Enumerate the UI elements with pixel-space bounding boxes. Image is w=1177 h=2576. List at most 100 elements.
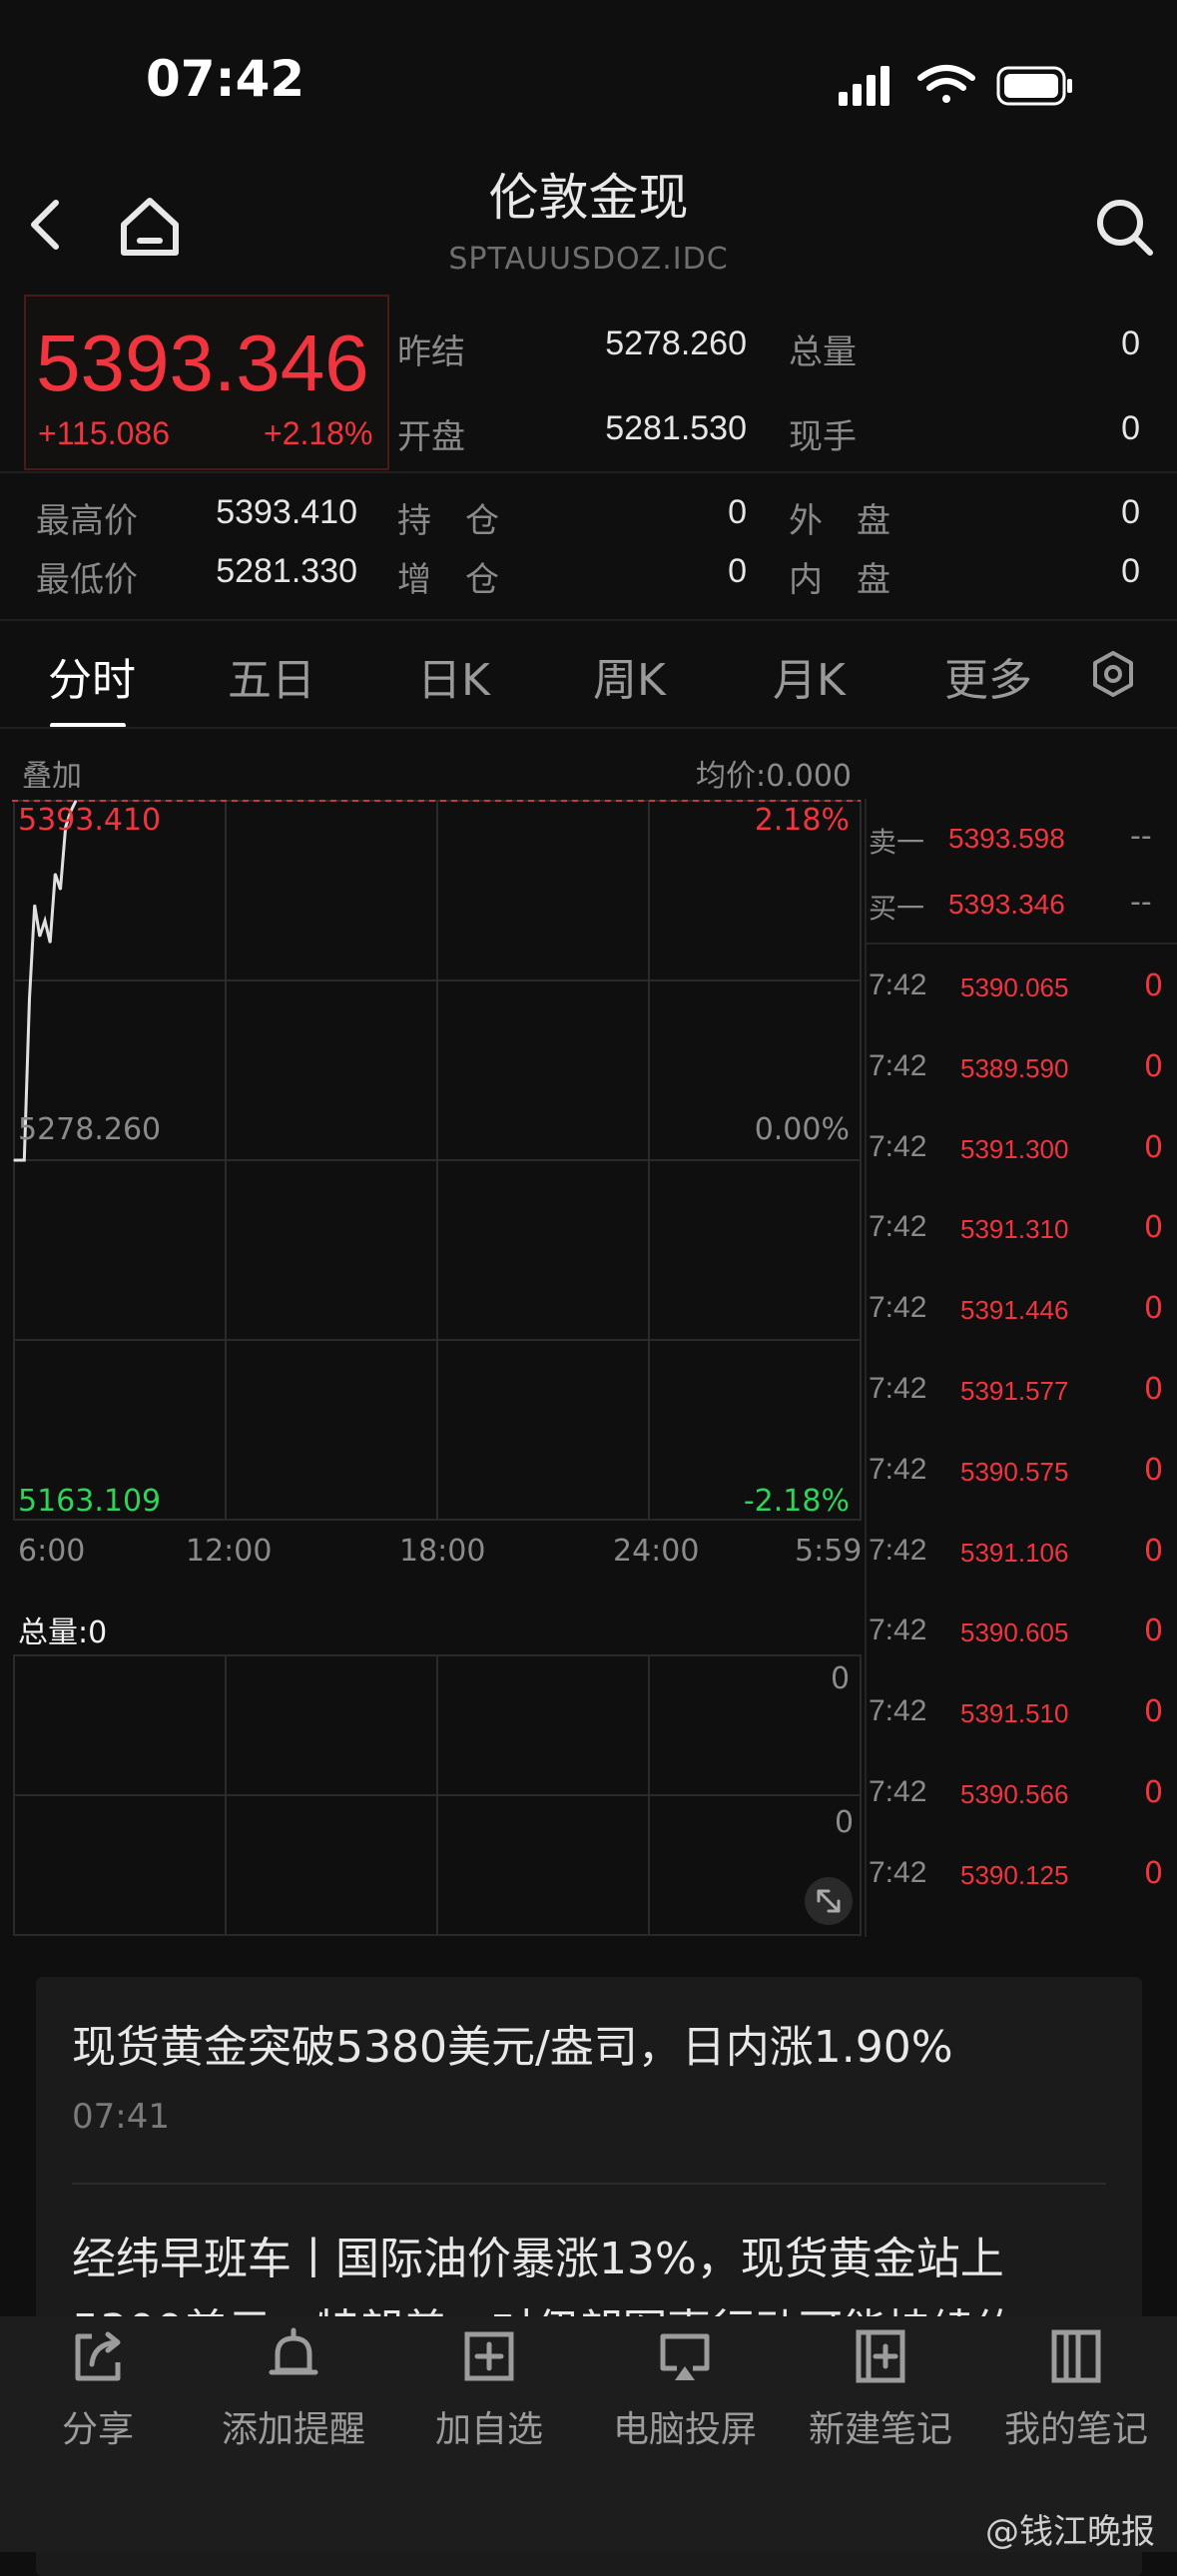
price-point: [49, 942, 51, 944]
tab-intraday[interactable]: 分时: [48, 644, 136, 708]
price-point: [54, 873, 57, 875]
tick-volume: 0: [1144, 1210, 1164, 1245]
tab-monthly-k[interactable]: 月K: [773, 644, 846, 708]
volume-label: 总量:0: [18, 1615, 108, 1650]
chart-bottom-pct: -2.18%: [743, 1484, 850, 1519]
tab-five-day[interactable]: 五日: [228, 644, 315, 708]
share-button[interactable]: 分享: [8, 2326, 188, 2452]
price-point: [23, 1159, 26, 1161]
news-title-1[interactable]: 现货黄金突破5380美元/盎司，日内涨1.90%: [72, 2011, 953, 2075]
current-hand-label: 现手: [789, 417, 857, 457]
tick-time: 7:42: [869, 1210, 927, 1243]
total-volume-value: 0: [1121, 324, 1140, 362]
my-notes-label: 我的笔记: [1003, 2409, 1148, 2450]
time-tick-1: 12:00: [186, 1534, 273, 1569]
time-tick-2: 18:00: [399, 1534, 486, 1569]
current-hand-value: 0: [1121, 409, 1140, 447]
my-notes-button[interactable]: 我的笔记: [986, 2326, 1166, 2452]
tick-price: 5391.510: [960, 1698, 1069, 1728]
tick-time: 7:42: [869, 1453, 927, 1486]
bell-icon: [269, 2327, 318, 2375]
prev-settle-label: 昨结: [397, 332, 465, 372]
price-point: [13, 1159, 15, 1161]
volume-tick-mid: 0: [835, 1805, 855, 1840]
tick-volume: 0: [1144, 1856, 1164, 1891]
tick-volume: 0: [1144, 1049, 1164, 1084]
page-title: 伦敦金现: [488, 169, 689, 227]
sell-one-price: 5393.598: [948, 823, 1065, 854]
share-label: 分享: [61, 2409, 134, 2450]
new-note-icon: [856, 2329, 905, 2383]
sell-one-volume: --: [1130, 819, 1152, 854]
price-grid: [13, 800, 862, 1521]
cast-screen-button[interactable]: 电脑投屏: [595, 2326, 775, 2452]
tick-time: 7:42: [869, 1534, 927, 1567]
buy-one-volume: --: [1130, 885, 1152, 920]
search-icon: [1097, 200, 1153, 256]
news-time-1: 07:41: [72, 2097, 170, 2137]
battery-icon: [996, 66, 1072, 106]
price-point: [59, 889, 62, 891]
tick-time: 7:42: [869, 968, 927, 1001]
price-point: [33, 904, 36, 907]
open-label: 开盘: [397, 417, 465, 457]
search-button[interactable]: [1092, 195, 1156, 263]
tick-price: 5390.575: [960, 1457, 1069, 1487]
add-alert-button[interactable]: 添加提醒: [204, 2326, 383, 2452]
price-point: [18, 1159, 21, 1161]
intraday-chart[interactable]: [0, 789, 869, 1937]
fullscreen-button[interactable]: [805, 1877, 853, 1925]
tick-price: 5391.106: [960, 1538, 1069, 1568]
chart-settings-button[interactable]: [1090, 649, 1136, 703]
open-interest-label: 持 仓: [397, 501, 499, 541]
time-tick-4: 5:59: [795, 1534, 863, 1569]
low-label: 最低价: [36, 560, 138, 600]
add-favorite-button[interactable]: 加自选: [399, 2326, 579, 2452]
tick-time: 7:42: [869, 1372, 927, 1405]
price-point: [28, 997, 31, 999]
wifi-icon: [917, 65, 975, 103]
tick-volume: 0: [1144, 1291, 1164, 1326]
tab-more[interactable]: 更多: [944, 644, 1032, 708]
tick-price: 5390.065: [960, 972, 1069, 1002]
chart-mid-price: 5278.260: [18, 1112, 162, 1147]
add-favorite-label: 加自选: [434, 2409, 543, 2450]
total-volume-label: 总量: [789, 332, 857, 372]
volume-tick-top: 0: [831, 1661, 851, 1696]
time-tick-0: 6:00: [18, 1534, 86, 1569]
tick-price: 5391.300: [960, 1134, 1069, 1164]
high-value: 5393.410: [216, 493, 357, 531]
outer-label: 外 盘: [789, 501, 890, 541]
open-value: 5281.530: [605, 409, 747, 447]
price-point: [44, 920, 46, 922]
chart-bottom-price: 5163.109: [18, 1484, 162, 1519]
tick-time: 7:42: [869, 1291, 927, 1324]
tick-volume: 0: [1144, 1130, 1164, 1165]
share-icon: [75, 2331, 121, 2381]
tick-time: 7:42: [869, 1613, 927, 1646]
tick-price: 5389.590: [960, 1053, 1069, 1083]
high-label: 最高价: [36, 501, 138, 541]
tab-weekly-k[interactable]: 周K: [593, 644, 666, 708]
tick-price: 5390.125: [960, 1860, 1069, 1890]
last-price: 5393.346: [36, 319, 369, 407]
open-interest-value: 0: [728, 493, 747, 531]
tab-daily-k[interactable]: 日K: [417, 644, 490, 708]
tick-time: 7:42: [869, 1856, 927, 1889]
tick-price: 5391.446: [960, 1295, 1069, 1325]
price-point: [39, 935, 41, 938]
add-interest-value: 0: [728, 552, 747, 590]
news-title-2[interactable]: 经纬早班车丨国际油价暴涨13%，现货黄金站上: [72, 2223, 1004, 2286]
chart-top-price: 5393.410: [18, 803, 162, 838]
status-icons: [839, 62, 1078, 116]
settings-hexagon-icon: [1093, 651, 1133, 697]
new-note-button[interactable]: 新建笔记: [791, 2326, 970, 2452]
tick-volume: 0: [1144, 968, 1164, 1003]
price-change: +115.086: [38, 415, 170, 451]
tick-price: 5390.605: [960, 1617, 1069, 1647]
low-value: 5281.330: [216, 552, 357, 590]
buy-one-label: 买一: [869, 892, 925, 925]
tick-time: 7:42: [869, 1049, 927, 1082]
watermark: @钱江晚报: [985, 2512, 1155, 2552]
time-tick-3: 24:00: [613, 1534, 700, 1569]
